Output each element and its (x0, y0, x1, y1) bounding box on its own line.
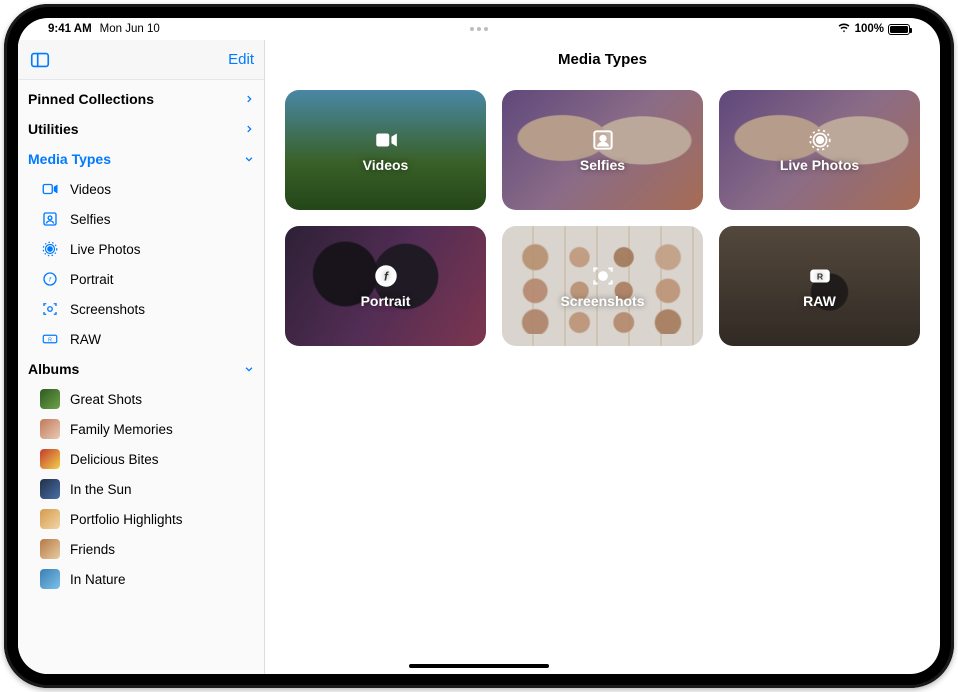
section-media-types[interactable]: Media Types (18, 144, 264, 174)
selfie-icon (40, 209, 60, 229)
sidebar-item-label: Screenshots (70, 302, 145, 317)
album-label: In Nature (70, 572, 126, 587)
tile-label: Videos (363, 157, 409, 173)
status-time: 9:41 AM (48, 23, 92, 35)
tile-label: Screenshots (560, 293, 644, 309)
screenshots-icon (40, 299, 60, 319)
album-friends[interactable]: Friends (18, 534, 264, 564)
album-in-nature[interactable]: In Nature (18, 564, 264, 594)
video-icon (40, 179, 60, 199)
chevron-right-icon (244, 121, 254, 137)
sidebar-item-selfies[interactable]: Selfies (18, 204, 264, 234)
album-thumb-icon (40, 389, 60, 409)
tile-screenshots[interactable]: Screenshots (502, 226, 703, 346)
album-label: In the Sun (70, 482, 132, 497)
svg-text:R: R (816, 271, 823, 281)
sidebar-item-label: Live Photos (70, 242, 141, 257)
album-in-the-sun[interactable]: In the Sun (18, 474, 264, 504)
tile-label: RAW (803, 293, 836, 309)
sidebar: Edit Pinned Collections Utilities (18, 40, 265, 674)
battery-percent: 100% (855, 23, 884, 35)
tile-raw[interactable]: R RAW (719, 226, 920, 346)
tile-live-photos[interactable]: Live Photos (719, 90, 920, 210)
section-albums[interactable]: Albums (18, 354, 264, 384)
tile-label: Selfies (580, 157, 625, 173)
status-date: Mon Jun 10 (100, 23, 160, 35)
album-thumb-icon (40, 479, 60, 499)
tile-selfies[interactable]: Selfies (502, 90, 703, 210)
album-thumb-icon (40, 569, 60, 589)
section-label: Utilities (28, 121, 79, 137)
tile-videos[interactable]: Videos (285, 90, 486, 210)
tile-label: Live Photos (780, 157, 859, 173)
album-label: Portfolio Highlights (70, 512, 183, 527)
live-photos-icon (40, 239, 60, 259)
section-label: Media Types (28, 151, 111, 167)
album-great-shots[interactable]: Great Shots (18, 384, 264, 414)
sidebar-item-raw[interactable]: R RAW (18, 324, 264, 354)
album-portfolio-highlights[interactable]: Portfolio Highlights (18, 504, 264, 534)
sidebar-item-screenshots[interactable]: Screenshots (18, 294, 264, 324)
sidebar-toggle-icon[interactable] (28, 48, 52, 72)
raw-icon: R (807, 263, 833, 289)
multitask-dots-icon[interactable] (470, 27, 488, 31)
video-icon (373, 127, 399, 153)
tile-label: Portrait (361, 293, 411, 309)
content-area: Media Types Videos Selfi (265, 40, 940, 674)
sidebar-item-label: Portrait (70, 272, 114, 287)
section-utilities[interactable]: Utilities (18, 114, 264, 144)
svg-text:f: f (49, 277, 52, 283)
media-types-grid: Videos Selfies Live Ph (265, 80, 940, 356)
live-photos-icon (807, 127, 833, 153)
page-title: Media Types (265, 40, 940, 80)
album-delicious-bites[interactable]: Delicious Bites (18, 444, 264, 474)
screenshots-icon (590, 263, 616, 289)
sidebar-item-label: Videos (70, 182, 111, 197)
sidebar-item-videos[interactable]: Videos (18, 174, 264, 204)
section-pinned-collections[interactable]: Pinned Collections (18, 84, 264, 114)
edit-button[interactable]: Edit (228, 51, 254, 68)
album-thumb-icon (40, 449, 60, 469)
portrait-icon: f (40, 269, 60, 289)
album-thumb-icon (40, 419, 60, 439)
album-thumb-icon (40, 509, 60, 529)
screen: 9:41 AM Mon Jun 10 100% (18, 18, 940, 674)
status-bar: 9:41 AM Mon Jun 10 100% (18, 18, 940, 40)
album-label: Great Shots (70, 392, 142, 407)
wifi-icon (837, 21, 851, 38)
chevron-down-icon (244, 361, 254, 377)
tile-portrait[interactable]: f Portrait (285, 226, 486, 346)
sidebar-item-label: Selfies (70, 212, 111, 227)
sidebar-item-label: RAW (70, 332, 101, 347)
album-family-memories[interactable]: Family Memories (18, 414, 264, 444)
sidebar-list[interactable]: Pinned Collections Utilities Media Types (18, 80, 264, 674)
chevron-down-icon (244, 151, 254, 167)
portrait-icon: f (373, 263, 399, 289)
sidebar-item-live-photos[interactable]: Live Photos (18, 234, 264, 264)
svg-text:R: R (48, 337, 52, 343)
chevron-right-icon (244, 91, 254, 107)
album-label: Friends (70, 542, 115, 557)
album-label: Delicious Bites (70, 452, 159, 467)
ipad-frame: 9:41 AM Mon Jun 10 100% (4, 4, 954, 688)
sidebar-item-portrait[interactable]: f Portrait (18, 264, 264, 294)
section-label: Pinned Collections (28, 91, 154, 107)
home-indicator[interactable] (409, 664, 549, 668)
album-thumb-icon (40, 539, 60, 559)
raw-icon: R (40, 329, 60, 349)
album-label: Family Memories (70, 422, 173, 437)
battery-icon (888, 24, 910, 35)
selfie-icon (590, 127, 616, 153)
sidebar-header: Edit (18, 40, 264, 80)
section-label: Albums (28, 361, 79, 377)
